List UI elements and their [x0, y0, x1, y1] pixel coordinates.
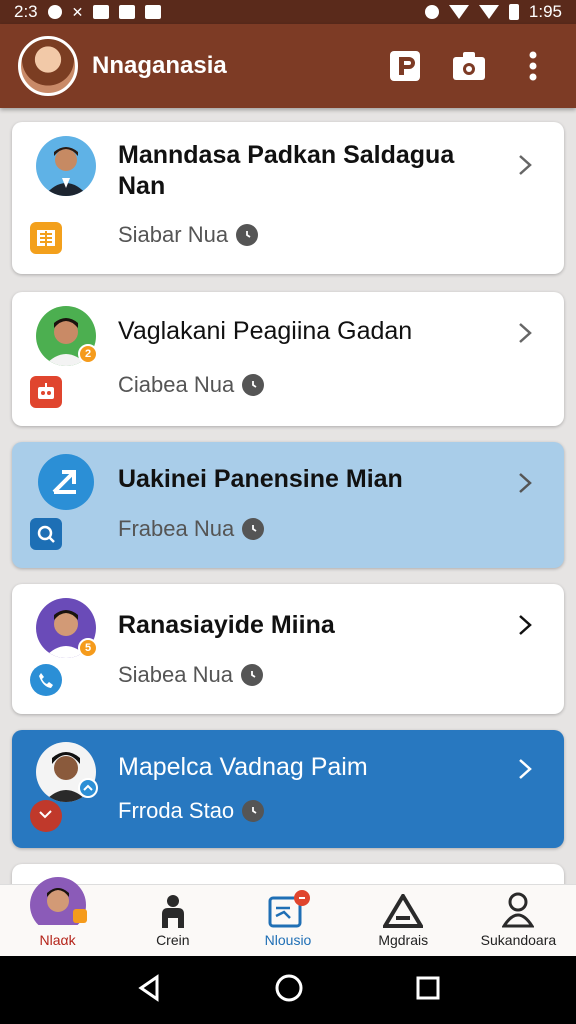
home-circle-icon [275, 974, 303, 1001]
battery-icon [508, 4, 519, 20]
notification-badge: 5 [78, 638, 98, 658]
clock-icon [236, 224, 259, 246]
forward-badge-icon [78, 778, 98, 798]
status-time-right: 1:95 [528, 2, 562, 21]
chevron-right-icon [519, 615, 532, 635]
back-triangle-icon [138, 973, 159, 1002]
contact-name: Uakinei Panensine Mian [118, 465, 403, 493]
contact-sub: Ciabea Nua [118, 372, 265, 398]
system-navigation [0, 956, 576, 1024]
status-time-left: 2:3 [14, 2, 38, 21]
notification-badge: 2 [78, 344, 98, 364]
contact-card[interactable]: 2 Vaglakani Peagiina Gadan Ciabea Nua [12, 292, 564, 426]
nav-profile[interactable]: Nlaαk [0, 877, 115, 956]
camera-button[interactable] [452, 49, 486, 83]
wifi-icon [448, 5, 469, 19]
contact-card[interactable]: 5 Ranasiayide Miina Siabea Nua [12, 584, 564, 714]
chevron-right-icon [519, 759, 532, 779]
search-icon [30, 518, 62, 550]
triangle-a-icon [383, 894, 424, 928]
contact-card-selected[interactable]: Uakinei Panensine Mian Frabea Nua [12, 442, 564, 568]
clock-icon [242, 518, 265, 540]
account-avatar[interactable] [18, 36, 78, 96]
more-options-button[interactable] [516, 49, 550, 83]
minus-box-icon [145, 5, 162, 19]
app-title: Nnaganasia [92, 52, 227, 79]
contact-sub: Frabea Nua [118, 516, 265, 542]
contact-name: Ranasiayide Miina [118, 611, 335, 639]
contact-status: Frroda Stao [118, 798, 235, 823]
status-bar: 2:3 ✕ 1:95 [0, 0, 576, 24]
missed-call-icon [30, 800, 62, 832]
more-vert-icon [529, 51, 537, 81]
nav-nlousio[interactable]: Nlousio [230, 885, 345, 956]
contact-status: Siabea Nua [118, 662, 233, 687]
profile-avatar-icon [29, 877, 87, 925]
status-left: 2:3 ✕ [14, 2, 162, 22]
home-button[interactable] [274, 973, 304, 1008]
contact-sub: Siabea Nua [118, 662, 263, 688]
recents-square-icon [416, 976, 440, 999]
nav-label: Nlousio [264, 932, 312, 948]
bottom-navigation: Nlaαk Crein Nlousio Mgdrais Sukandoara [0, 877, 576, 956]
status-right: 1:95 [424, 2, 562, 22]
chevron-right-icon [519, 155, 532, 175]
chat-icon [268, 890, 310, 928]
person-icon [161, 895, 184, 928]
nav-label: Crein [156, 932, 190, 948]
flag-button[interactable] [388, 49, 422, 83]
flag-box-icon [390, 51, 420, 81]
clock-icon [240, 664, 263, 686]
camera-icon [453, 52, 485, 80]
image-icon [119, 5, 136, 19]
nav-label: Nlaαk [39, 932, 76, 948]
app-actions [388, 49, 550, 83]
nav-mgdrais[interactable]: Mgdrais [346, 885, 461, 956]
nav-label: Sukandoara [480, 932, 557, 948]
notification-dot-icon [47, 5, 62, 19]
contact-sub: Frroda Stao [118, 798, 265, 824]
contact-avatar [36, 452, 96, 512]
robot-icon [30, 376, 62, 408]
nav-crein[interactable]: Crein [115, 885, 230, 956]
chevron-right-icon [519, 473, 532, 493]
notes-icon [30, 222, 62, 254]
back-button[interactable] [135, 973, 163, 1007]
contact-status: Frabea Nua [118, 516, 235, 541]
contact-card-active[interactable]: Mapelca Vadnag Paim Frroda Stao [12, 730, 564, 848]
phone-icon [30, 664, 62, 696]
contact-sub: Siabar Nua [118, 222, 259, 248]
contact-status: Ciabea Nua [118, 372, 235, 397]
contact-name: Mapelca Vadnag Paim [118, 753, 368, 781]
contact-card[interactable]: Manndasa Padkan Saldagua Nan Siabar Nua [12, 122, 564, 274]
nav-label: Mgdrais [378, 932, 429, 948]
contact-status: Siabar Nua [118, 222, 229, 247]
contact-avatar [36, 136, 96, 196]
mail-icon [93, 5, 110, 19]
alarm-icon [424, 5, 439, 19]
nav-sukandoara[interactable]: Sukandoara [461, 885, 576, 956]
shuffle-icon: ✕ [71, 3, 84, 20]
chevron-right-icon [519, 323, 532, 343]
contact-name: Vaglakani Peagiina Gadan [118, 317, 413, 345]
signal-icon [478, 5, 499, 19]
contact-name: Manndasa Padkan Saldagua Nan [118, 141, 455, 200]
recents-button[interactable] [415, 975, 441, 1006]
app-bar: Nnaganasia [0, 24, 576, 108]
clock-icon [242, 374, 265, 396]
clock-icon [242, 800, 265, 822]
user-icon [502, 892, 535, 928]
